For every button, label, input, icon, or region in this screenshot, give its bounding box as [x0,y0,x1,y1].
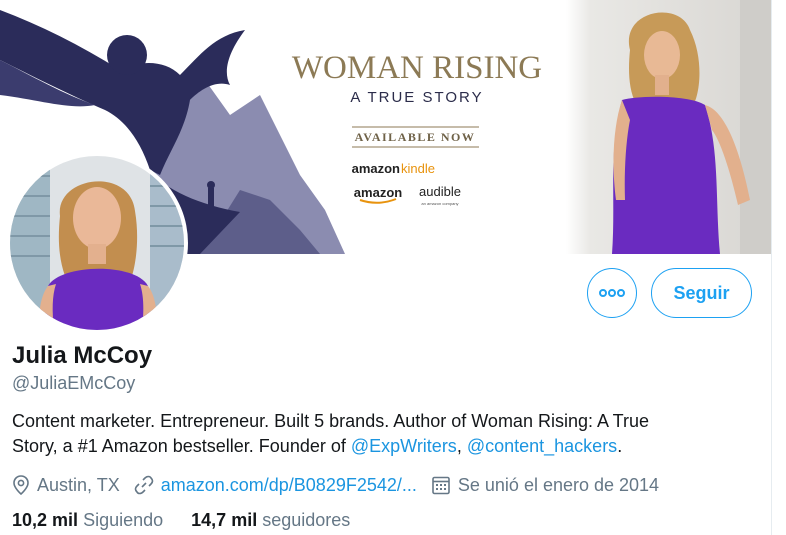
banner-audible: audible [419,184,461,199]
banner-audible-sub: an amazon company [421,201,458,206]
calendar-icon [431,475,451,495]
banner-available: AVAILABLE NOW [355,130,476,144]
bio-line-1: Content marketer. Entrepreneur. Built 5 … [12,411,650,431]
banner-title: WOMAN RISING [292,50,542,86]
column-border [771,0,772,535]
followers-stat[interactable]: 14,7 mil seguidores [191,510,350,530]
following-label: Siguiendo [83,510,164,530]
more-icon [599,289,625,297]
location: Austin, TX [12,475,120,496]
banner-amazon-kindle-b: kindle [401,161,435,176]
join-date-text: Se unió el enero de 2014 [457,474,660,495]
followers-count: 14,7 mil [191,510,258,530]
following-count: 10,2 mil [12,510,79,530]
follow-button[interactable]: Seguir [651,268,752,318]
link-icon [134,475,154,495]
more-options-button[interactable] [587,268,637,318]
banner-photo [566,0,772,254]
profile-stats: 10,2 mil Siguiendo 14,7 mil seguidores [12,510,373,531]
location-text: Austin, TX [37,474,120,495]
profile-bio: Content marketer. Entrepreneur. Built 5 … [12,409,757,459]
join-date: Se unió el enero de 2014 [431,475,659,496]
location-icon [12,475,30,495]
bio-end: . [617,436,623,456]
website-link[interactable]: amazon.com/dp/B0829F2542/... [161,475,417,496]
website: amazon.com/dp/B0829F2542/... [134,475,417,496]
bio-line-2: Story, a #1 Amazon bestseller. Founder o… [12,436,351,456]
profile-name: Julia McCoy [12,342,153,369]
profile-meta: Austin, TX amazon.com/dp/B0829F2542/... … [12,472,673,498]
banner-amazon: amazon [354,185,402,200]
followers-label: seguidores [262,510,351,530]
banner-amazon-kindle-a: amazon [352,161,400,176]
bio-link-content-hackers[interactable]: @content_hackers [467,436,617,456]
following-stat[interactable]: 10,2 mil Siguiendo [12,510,163,530]
bio-link-expwriters[interactable]: @ExpWriters [351,436,457,456]
avatar[interactable] [6,152,188,334]
bio-separator: , [456,436,467,456]
profile-handle: @JuliaEMcCoy [12,373,136,393]
banner-subtitle: A TRUE STORY [350,89,483,106]
